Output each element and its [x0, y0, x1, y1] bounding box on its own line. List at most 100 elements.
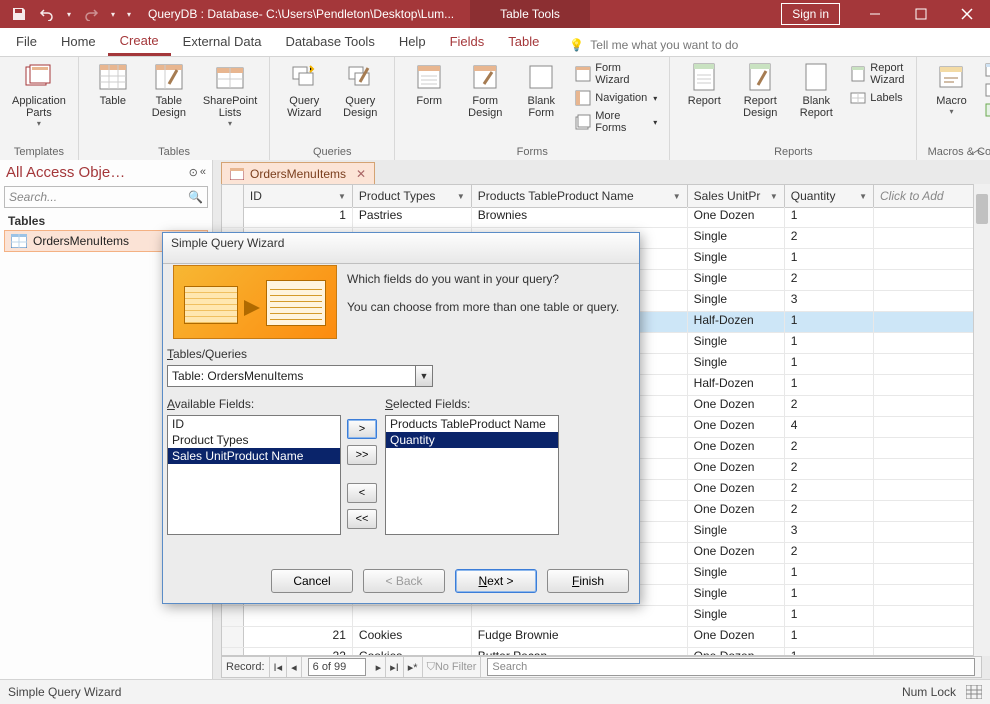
- tab-file[interactable]: File: [4, 30, 49, 56]
- undo-icon[interactable]: [36, 3, 58, 25]
- nav-collapse-icon[interactable]: «: [200, 166, 206, 179]
- reports-small-stack: Report Wizard Labels: [846, 59, 908, 107]
- navigation-button[interactable]: Navigation▾: [571, 89, 661, 107]
- chevron-down-icon: ▾: [653, 118, 657, 127]
- visual-basic-button[interactable]: [981, 101, 990, 119]
- move-right-button[interactable]: >: [347, 419, 377, 439]
- nav-section-tables[interactable]: Tables: [0, 210, 212, 230]
- macro-button[interactable]: Macro▾: [925, 59, 977, 118]
- scrollbar-thumb[interactable]: [976, 194, 988, 224]
- redo-icon[interactable]: [80, 3, 102, 25]
- column-header[interactable]: ID▼: [244, 185, 353, 207]
- view-datasheet-icon[interactable]: [966, 685, 982, 699]
- nav-search-input[interactable]: Search... 🔍: [4, 186, 208, 208]
- row-selector[interactable]: [222, 606, 244, 626]
- report-button[interactable]: Report: [678, 59, 730, 109]
- recnav-next-icon[interactable]: ▸: [372, 657, 387, 677]
- blank-form-button[interactable]: Blank Form: [515, 59, 567, 121]
- minimize-icon[interactable]: [852, 0, 898, 28]
- query-wizard-button[interactable]: Query Wizard: [278, 59, 330, 121]
- finish-button[interactable]: Finish: [547, 569, 629, 593]
- close-icon[interactable]: [944, 0, 990, 28]
- close-icon[interactable]: ✕: [356, 167, 366, 181]
- row-selector[interactable]: [222, 627, 244, 647]
- window-buttons: [852, 0, 990, 28]
- collapse-ribbon-icon[interactable]: ︿: [972, 140, 984, 157]
- navigation-icon: [575, 90, 591, 106]
- list-item[interactable]: Product Types: [168, 432, 340, 448]
- recnav-new-icon[interactable]: ▸*: [404, 657, 423, 677]
- table-row[interactable]: 21CookiesFudge BrownieOne Dozen1: [222, 627, 981, 648]
- tab-database-tools[interactable]: Database Tools: [273, 30, 386, 56]
- module-button[interactable]: [981, 61, 990, 79]
- wizard-message: Which fields do you want in your query? …: [347, 271, 629, 315]
- application-parts-button[interactable]: Application Parts ▾: [8, 59, 70, 130]
- table-button[interactable]: Table: [87, 59, 139, 109]
- query-design-button[interactable]: Query Design: [334, 59, 386, 121]
- blank-report-button[interactable]: Blank Report: [790, 59, 842, 121]
- cancel-button[interactable]: Cancel: [271, 569, 353, 593]
- recnav-search-input[interactable]: Search: [487, 658, 975, 676]
- move-left-button[interactable]: <: [347, 483, 377, 503]
- labels-button[interactable]: Labels: [846, 89, 908, 107]
- table-row[interactable]: 1PastriesBrowniesOne Dozen1: [222, 207, 981, 228]
- sharepoint-lists-button[interactable]: SharePoint Lists▾: [199, 59, 261, 130]
- recnav-filter[interactable]: ⛉ No Filter: [423, 657, 482, 677]
- column-header[interactable]: Sales UnitPr▼: [688, 185, 785, 207]
- tab-home[interactable]: Home: [49, 30, 108, 56]
- qat-dropdown-1-icon[interactable]: ▾: [64, 3, 74, 25]
- recnav-prev-icon[interactable]: ◂: [287, 657, 302, 677]
- report-design-button[interactable]: Report Design: [734, 59, 786, 121]
- list-item[interactable]: Sales UnitProduct Name: [168, 448, 340, 464]
- column-header[interactable]: Products TableProduct Name▼: [472, 185, 688, 207]
- row-selector[interactable]: [222, 207, 244, 227]
- tab-table[interactable]: Table: [496, 30, 551, 56]
- tab-create[interactable]: Create: [108, 29, 171, 56]
- qat-dropdown-2-icon[interactable]: ▾: [108, 3, 118, 25]
- row-selector-header[interactable]: [222, 185, 244, 207]
- document-tab[interactable]: OrdersMenuItems ✕: [221, 162, 375, 185]
- class-module-button[interactable]: [981, 81, 990, 99]
- move-all-left-button[interactable]: <<: [347, 509, 377, 529]
- form-button[interactable]: Form: [403, 59, 455, 109]
- report-wizard-button[interactable]: Report Wizard: [846, 61, 908, 87]
- recnav-first-icon[interactable]: I◂: [270, 657, 288, 677]
- vertical-scrollbar[interactable]: [973, 184, 990, 656]
- maximize-icon[interactable]: [898, 0, 944, 28]
- column-header[interactable]: Click to Add: [874, 185, 981, 207]
- form-wizard-button[interactable]: Form Wizard: [571, 61, 661, 87]
- save-icon[interactable]: [8, 3, 30, 25]
- table-icon: [230, 168, 244, 180]
- recnav-position-input[interactable]: 6 of 99: [308, 658, 366, 676]
- table-design-button[interactable]: Table Design: [143, 59, 195, 121]
- chevron-down-icon[interactable]: ▼: [415, 366, 432, 386]
- tables-queries-combo[interactable]: Table: OrdersMenuItems ▼: [167, 365, 433, 387]
- row-selector[interactable]: [222, 648, 244, 655]
- table-row[interactable]: 22CookiesButter PecanOne Dozen1: [222, 648, 981, 655]
- query-design-icon: [344, 61, 376, 93]
- tab-external-data[interactable]: External Data: [171, 30, 274, 56]
- tellme-search[interactable]: 💡 Tell me what you want to do: [561, 34, 746, 56]
- table-row[interactable]: Single1: [222, 606, 981, 627]
- nav-header[interactable]: All Access Obje… ⊙«: [0, 160, 212, 184]
- nav-filter-icon[interactable]: ⊙: [189, 166, 198, 179]
- tab-help[interactable]: Help: [387, 30, 438, 56]
- signin-button[interactable]: Sign in: [781, 3, 840, 25]
- recnav-last-icon[interactable]: ▸I: [386, 657, 404, 677]
- status-bar: Simple Query Wizard Num Lock: [0, 679, 990, 704]
- form-design-button[interactable]: Form Design: [459, 59, 511, 121]
- qat-customize-icon[interactable]: ▾: [124, 3, 134, 25]
- sharepoint-icon: [214, 61, 246, 93]
- list-item[interactable]: Quantity: [386, 432, 558, 448]
- selected-fields-listbox[interactable]: Products TableProduct NameQuantity: [385, 415, 559, 535]
- column-header[interactable]: Product Types▼: [353, 185, 472, 207]
- list-item[interactable]: Products TableProduct Name: [386, 416, 558, 432]
- tab-fields[interactable]: Fields: [438, 30, 497, 56]
- next-button[interactable]: Next >: [455, 569, 537, 593]
- available-fields-listbox[interactable]: IDProduct TypesSales UnitProduct Name: [167, 415, 341, 535]
- column-header[interactable]: Quantity▼: [785, 185, 874, 207]
- list-item[interactable]: ID: [168, 416, 340, 432]
- move-all-right-button[interactable]: >>: [347, 445, 377, 465]
- back-button[interactable]: < Back: [363, 569, 445, 593]
- more-forms-button[interactable]: More Forms▾: [571, 109, 661, 135]
